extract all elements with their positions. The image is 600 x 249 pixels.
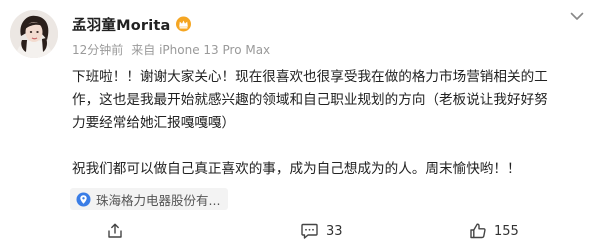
avatar[interactable]	[10, 10, 58, 58]
post-timestamp[interactable]: 12分钟前	[72, 41, 123, 58]
comment-count: 33	[326, 223, 343, 239]
post-content: 下班啦！！谢谢大家关心！现在很喜欢也很享受我在做的格力市场营销相关的工作，这也是…	[72, 66, 552, 181]
username-row: 孟羽童Morita	[72, 14, 192, 34]
thumbs-up-icon	[469, 222, 487, 240]
weibo-post-card: 孟羽童Morita 12分钟前 来自 iPhone 13 Pro Max 下班啦…	[0, 0, 600, 249]
avatar-image	[10, 10, 58, 58]
like-button[interactable]: 155	[469, 218, 519, 244]
post-paragraph: 下班啦！！谢谢大家关心！现在很喜欢也很享受我在做的格力市场营销相关的工作，这也是…	[72, 69, 548, 131]
share-button[interactable]	[106, 218, 131, 244]
like-count: 155	[494, 223, 519, 239]
action-bar: 33 155	[0, 218, 600, 244]
share-icon	[106, 222, 124, 240]
post-meta: 12分钟前 来自 iPhone 13 Pro Max	[72, 41, 270, 58]
chevron-down-icon[interactable]	[563, 6, 591, 26]
location-label: 珠海格力电器股份有...	[96, 192, 221, 208]
location-pin-icon	[76, 192, 91, 207]
location-tag[interactable]: 珠海格力电器股份有...	[70, 188, 229, 210]
username[interactable]: 孟羽童Morita	[72, 14, 171, 35]
comment-button[interactable]: 33	[300, 218, 343, 244]
post-source: 来自 iPhone 13 Pro Max	[131, 43, 271, 57]
post-paragraph: 祝我们都可以做自己真正喜欢的事，成为自己想成为的人。周末愉快哟！！	[72, 161, 521, 177]
comment-icon	[300, 222, 319, 240]
crown-icon	[175, 16, 192, 32]
